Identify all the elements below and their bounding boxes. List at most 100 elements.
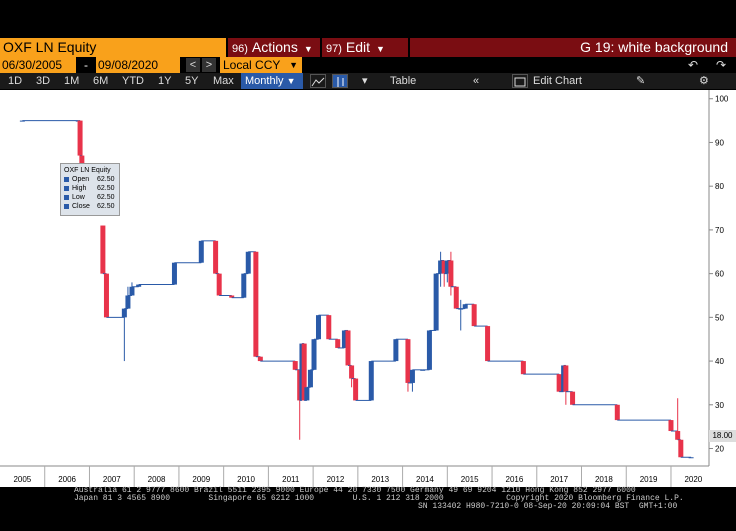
candle-body [315,315,321,340]
candle-body [311,339,317,370]
edit-chart-button[interactable]: Edit Chart [533,73,582,89]
chart-toolbar: 1D 3D 1M 6M YTD 1Y 5Y Max Monthly ▼ ▾ Ta… [0,73,736,89]
caret-down-icon: ▼ [286,76,296,86]
candle-body [213,240,219,274]
x-tick-label: 2016 [506,475,524,484]
redo-icon[interactable]: ↷ [716,57,726,73]
candle-body [520,361,526,375]
period-ytd[interactable]: YTD [122,73,144,89]
x-tick-label: 2007 [103,475,121,484]
x-tick-label: 2011 [282,475,300,484]
x-tick-label: 2018 [595,475,613,484]
currency-value: Local CCY [223,58,281,72]
candle-body [349,365,355,379]
tooltip-title: OXF LN Equity [64,167,111,174]
candle-body [77,120,83,156]
candle-body [304,387,310,401]
x-tick-label: 2006 [58,475,76,484]
caret-down-icon: ▼ [303,44,313,54]
period-5y[interactable]: 5Y [185,73,198,89]
currency-select[interactable]: Local CCY ▼ [220,57,302,73]
tooltip-row: Low 62.50 [64,193,116,202]
candle-body [241,273,247,298]
tooltip-row: Open 62.50 [64,175,116,184]
period-1d[interactable]: 1D [8,73,22,89]
undo-icon[interactable]: ↶ [688,57,698,73]
candle-body [307,369,313,388]
date-separator: - [84,58,88,72]
candle-body [198,240,204,263]
candle-body [668,420,674,432]
tooltip-label: High [72,185,87,192]
candle-body [245,251,251,274]
y-tick-label: 90 [715,138,724,147]
actions-menu[interactable]: 96) Actions ▼ [228,38,320,57]
start-date-field[interactable]: 06/30/2005 [0,57,76,73]
x-tick-label: 2009 [192,475,210,484]
candle-body [485,326,491,362]
y-tick-label: 70 [715,226,724,235]
candle-body [257,356,263,362]
annotate-icon[interactable]: ✎ [636,73,645,89]
tooltip-row: Close 62.50 [64,202,116,211]
x-tick-label: 2013 [371,475,389,484]
line-chart-icon[interactable] [310,74,326,88]
candle-body [570,391,576,405]
candle-body [335,339,341,348]
period-6m[interactable]: 6M [93,73,108,89]
ticker-field[interactable]: OXF LN Equity [0,38,226,57]
period-1y[interactable]: 1Y [158,73,171,89]
frequency-value: Monthly [245,75,284,87]
candle-body [121,308,127,318]
footer-line-3: SN 133402 H980-7210-0 08-Sep-20 20:09:04… [418,502,678,511]
x-tick-label: 2020 [684,475,702,484]
actions-menu-label: Actions [251,39,298,55]
candle-body [471,304,477,327]
x-tick-label: 2010 [237,475,255,484]
candle-body [409,369,415,383]
legend-swatch [64,195,69,200]
legend-swatch [64,177,69,182]
candle-body [462,304,468,309]
tooltip-label: Low [72,194,85,201]
candle-body [353,378,359,401]
gear-icon[interactable]: ⚙ [699,73,709,89]
tooltip-row: High 62.50 [64,184,116,193]
candle-body [216,273,222,296]
candle-chart-icon[interactable] [332,74,348,88]
candle-body [125,295,131,309]
data-tooltip: OXF LN Equity Open 62.50 High 62.50 Low 62.… [60,163,120,216]
table-button[interactable]: Table [390,73,416,89]
graph-title: G 19: white background [410,38,736,57]
legend-swatch [64,186,69,191]
prev-arrow-icon[interactable]: < [186,58,200,72]
edit-menu[interactable]: 97) Edit ▼ [322,38,408,57]
candle-body [426,330,432,370]
footer: Australia 61 2 9777 8600 Brazil 5511 239… [0,486,736,531]
tooltip-value: 62.50 [97,203,115,210]
tooltip-value: 62.50 [97,194,115,201]
candle-body [393,339,399,362]
collapse-icon[interactable]: « [473,73,479,89]
x-tick-label: 2014 [416,475,434,484]
y-tick-label: 100 [715,95,729,104]
candle-body [678,439,684,458]
tooltip-label: Close [72,203,90,210]
actions-menu-number: 96) [232,43,248,55]
frequency-select[interactable]: Monthly ▼ [241,73,303,89]
period-1m[interactable]: 1M [64,73,79,89]
period-max[interactable]: Max [213,73,234,89]
candle-body [433,273,439,331]
x-tick-label: 2008 [148,475,166,484]
x-tick-label: 2017 [550,475,568,484]
edit-chart-icon [512,74,528,88]
candle-body [405,339,411,383]
next-arrow-icon[interactable]: > [202,58,216,72]
y-tick-label: 30 [715,401,724,410]
top-menu-bar: OXF LN Equity 96) Actions ▼ 97) Edit ▼ G 19:… [0,38,736,57]
candle-body [326,315,332,340]
end-date-field[interactable]: 09/08/2020 [96,57,180,73]
chart-type-caret-icon[interactable]: ▾ [362,73,368,89]
period-3d[interactable]: 3D [36,73,50,89]
price-chart[interactable]: 20 30 40 50 60 70 80 90 100 2005 2006 2007 2008 2009… [0,90,736,487]
